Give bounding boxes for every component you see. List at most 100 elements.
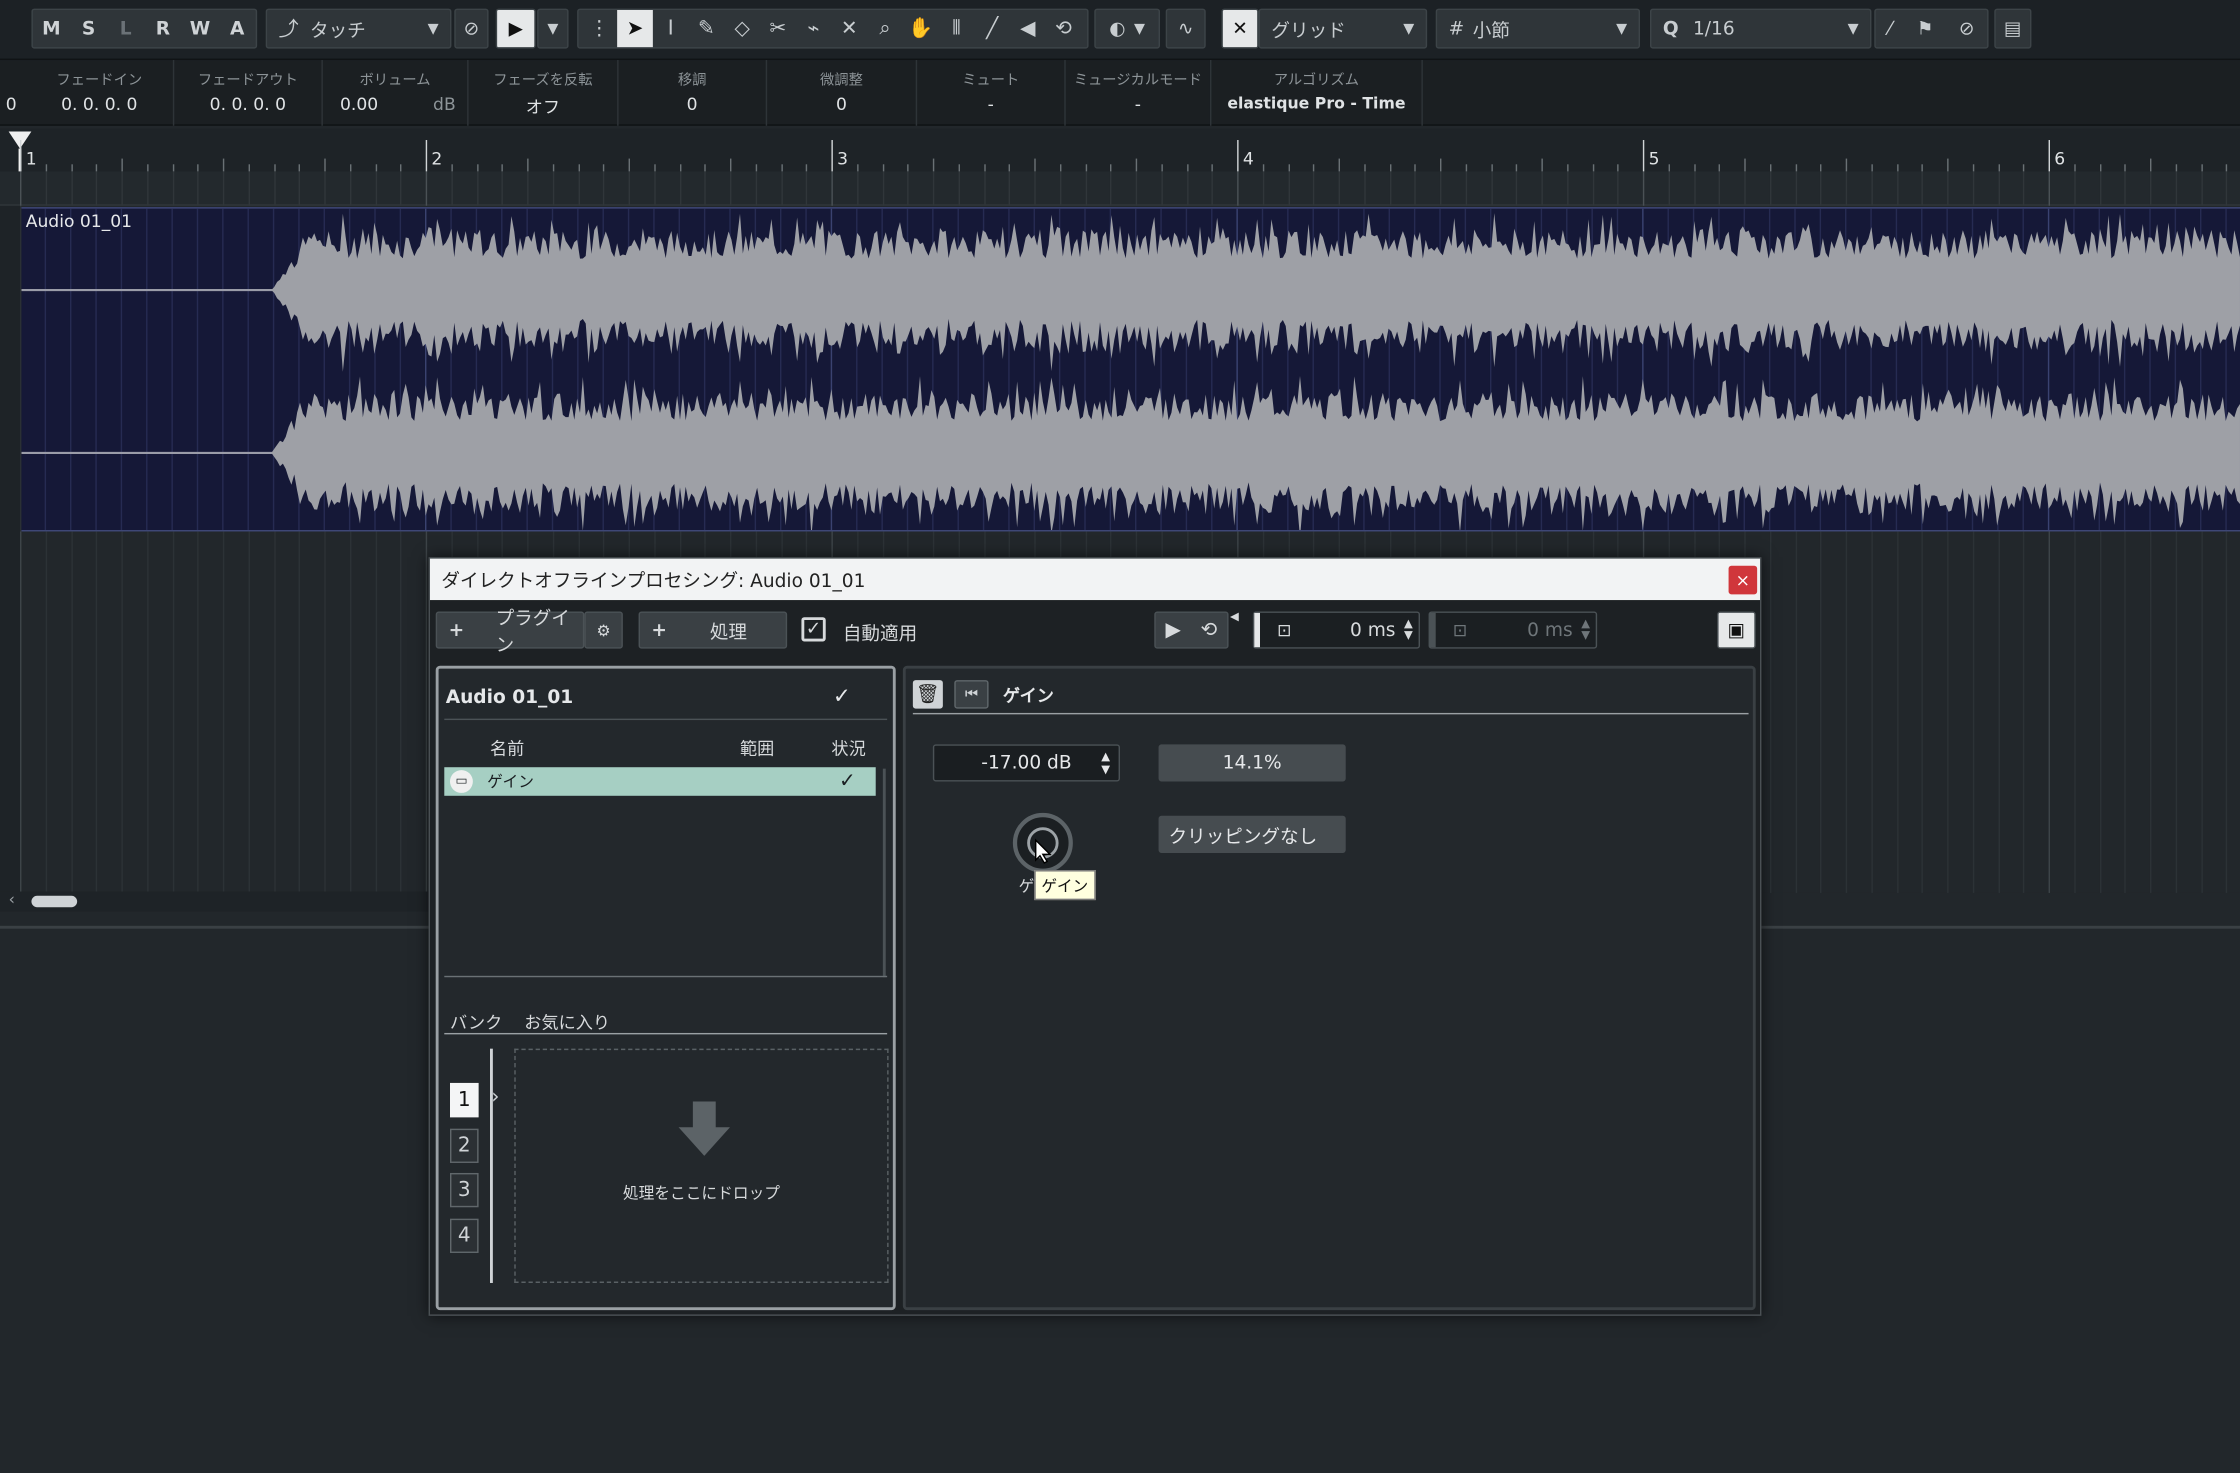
track-gridline (45, 531, 47, 893)
track-gridline (374, 531, 377, 893)
hand-tool[interactable]: ✋ (903, 17, 939, 40)
col-header-status[interactable]: 状況 (831, 736, 865, 760)
audio-event[interactable]: Audio 01_01 (21, 207, 2240, 532)
reset-button[interactable]: ⏮ (954, 680, 989, 709)
glue-tool[interactable]: ⌁ (796, 17, 832, 40)
snap-type-select[interactable]: グリッド ▼ (1258, 8, 1428, 49)
nudge-palette-button[interactable]: ◐ ▼ (1094, 8, 1160, 49)
read-automation-button[interactable]: R (146, 18, 180, 39)
snap-zero-crossing-button[interactable]: ∿ (1165, 8, 1206, 49)
play-icon[interactable]: ▶ (1166, 619, 1181, 642)
col-header-name[interactable]: 名前 (490, 736, 524, 760)
automation-mode-select[interactable]: ⤴ タッチ ▼ (265, 8, 452, 49)
quantize-reset-icon[interactable]: ⊘ (1959, 18, 1975, 39)
comp-tool[interactable]: ⫴ (939, 17, 975, 40)
stepper-icon[interactable]: ▲ ▼ (1101, 750, 1110, 776)
bank-3-button[interactable]: 3 (449, 1172, 479, 1208)
chevron-down-icon: ▼ (1847, 20, 1859, 37)
tab-favorites[interactable]: お気に入り (524, 1010, 610, 1034)
align-button[interactable]: ▤ (1994, 8, 2032, 49)
pre-roll-field[interactable]: ⊡ 0 ms ▲ ▼ (1252, 611, 1420, 649)
info-volume[interactable]: ボリューム 0.00 dB (323, 60, 469, 126)
stepper-icon[interactable]: ▲ ▼ (1404, 618, 1419, 642)
auto-scroll-icon: ⊘ (463, 17, 480, 40)
grid-type-select[interactable]: # 小節 ▼ (1435, 8, 1640, 49)
ruler-tick (121, 158, 123, 172)
listen-button[interactable]: L (109, 18, 143, 39)
erase-tool[interactable]: ◇ (724, 17, 760, 40)
snap-on-off-button[interactable]: ✕ (1221, 8, 1259, 49)
plugin-favorites-button[interactable]: ⚙ (584, 611, 623, 649)
iterative-quantize-icon[interactable]: ⁄ (1888, 18, 1891, 39)
ruler-beat-row (0, 171, 2240, 206)
color-tool[interactable]: ⟲ (1046, 17, 1082, 40)
range-select-tool[interactable]: I (653, 17, 689, 40)
draw-tool[interactable]: ✎ (689, 17, 725, 40)
scroll-left-icon[interactable]: ‹ (9, 890, 15, 909)
beat-gridline (628, 171, 630, 206)
object-mode-dropdown[interactable]: ▼ (537, 8, 569, 49)
toggle-panel-button[interactable]: ▣ (1717, 611, 1756, 649)
write-automation-button[interactable]: W (183, 18, 217, 39)
auto-scroll-button[interactable]: ⊘ (454, 8, 489, 49)
line-tool[interactable]: ╱ (974, 17, 1010, 40)
info-invert-phase[interactable]: フェーズを反転 オフ (469, 60, 619, 126)
loop-icon[interactable]: ⟲ (1201, 619, 1218, 642)
ruler-tick (1059, 164, 1062, 172)
ruler[interactable]: 1 2 3 4 5 6 (0, 128, 2240, 172)
delete-process-button[interactable]: 🗑 (912, 680, 943, 709)
scrollbar-thumb[interactable] (31, 895, 78, 908)
beat-gridline (1465, 171, 1467, 206)
info-fade-out[interactable]: フェードアウト 0. 0. 0. 0 (174, 60, 323, 126)
bank-1-button[interactable]: 1 (449, 1082, 479, 1118)
info-algorithm[interactable]: アルゴリズム elastique Pro - Time (1211, 60, 1423, 126)
expand-triangle-icon[interactable]: ◀ (1230, 610, 1239, 623)
split-tool[interactable]: ✂ (760, 17, 796, 40)
play-tool[interactable]: ◀ (1010, 17, 1046, 40)
info-transpose[interactable]: 移調 0 (619, 60, 768, 126)
ruler-tick (2073, 164, 2076, 172)
audition-button[interactable]: A (220, 18, 254, 39)
process-dropzone[interactable]: 処理をここにドロップ (514, 1048, 889, 1283)
gain-value-field[interactable]: -17.00 dB ▲ ▼ (932, 744, 1120, 782)
beat-gridline (1034, 171, 1036, 206)
auto-apply-checkbox[interactable]: ✓ (801, 617, 826, 642)
preview-controls: ▶ ⟲ (1154, 611, 1229, 649)
info-musical-mode[interactable]: ミュージカルモード - (1066, 60, 1212, 126)
beat-gridline (425, 171, 428, 206)
info-mute[interactable]: ミュート - (917, 60, 1066, 126)
ruler-tick (70, 164, 73, 172)
ruler-tick (679, 164, 681, 172)
beat-gridline (121, 171, 123, 206)
beat-gridline (1262, 171, 1264, 206)
tab-bank[interactable]: バンク (450, 1010, 502, 1034)
process-title: ゲイン (1002, 685, 1054, 706)
info-fade-in[interactable]: フェードイン 0. 0. 0. 0 (26, 60, 175, 126)
list-scrollbar[interactable] (882, 768, 886, 978)
col-header-range[interactable]: 範囲 (740, 736, 774, 760)
add-process-button[interactable]: + 処理 (638, 611, 788, 649)
ruler-tick (603, 164, 605, 172)
quantize-select[interactable]: Q 1/16 ▼ (1649, 8, 1872, 49)
quantize-flag-icon[interactable]: ⚑ (1917, 18, 1934, 39)
horizontal-scrollbar[interactable]: ‹ (0, 890, 429, 912)
bank-2-button[interactable]: 2 (449, 1128, 479, 1163)
object-select-tool[interactable]: ➤ (617, 10, 653, 48)
dialog-title-bar[interactable]: ダイレクトオフラインプロセシング: Audio 01_01 × (429, 558, 1760, 601)
close-button[interactable]: × (1728, 565, 1758, 595)
stepper-icon[interactable]: ▲ ▼ (1581, 618, 1596, 642)
divider (444, 718, 888, 721)
post-roll-field[interactable]: ⊡ 0 ms ▲ ▼ (1428, 611, 1598, 649)
mute-tool[interactable]: ✕ (831, 17, 867, 40)
add-plugin-button[interactable]: + プラグイン (435, 609, 585, 657)
info-fine-tune[interactable]: 微調整 0 (767, 60, 918, 126)
process-row[interactable]: ▭ ゲイン ✓ (444, 767, 876, 796)
mute-all-button[interactable]: M (34, 18, 68, 39)
info-value: オフ (525, 97, 560, 118)
object-selection-mode-button[interactable]: ▶ (495, 8, 536, 49)
beat-gridline (298, 171, 301, 206)
zoom-tool[interactable]: ⌕ (867, 17, 903, 40)
ruler-tick (1794, 164, 1797, 172)
solo-all-button[interactable]: S (71, 18, 105, 39)
bank-4-button[interactable]: 4 (449, 1218, 479, 1253)
